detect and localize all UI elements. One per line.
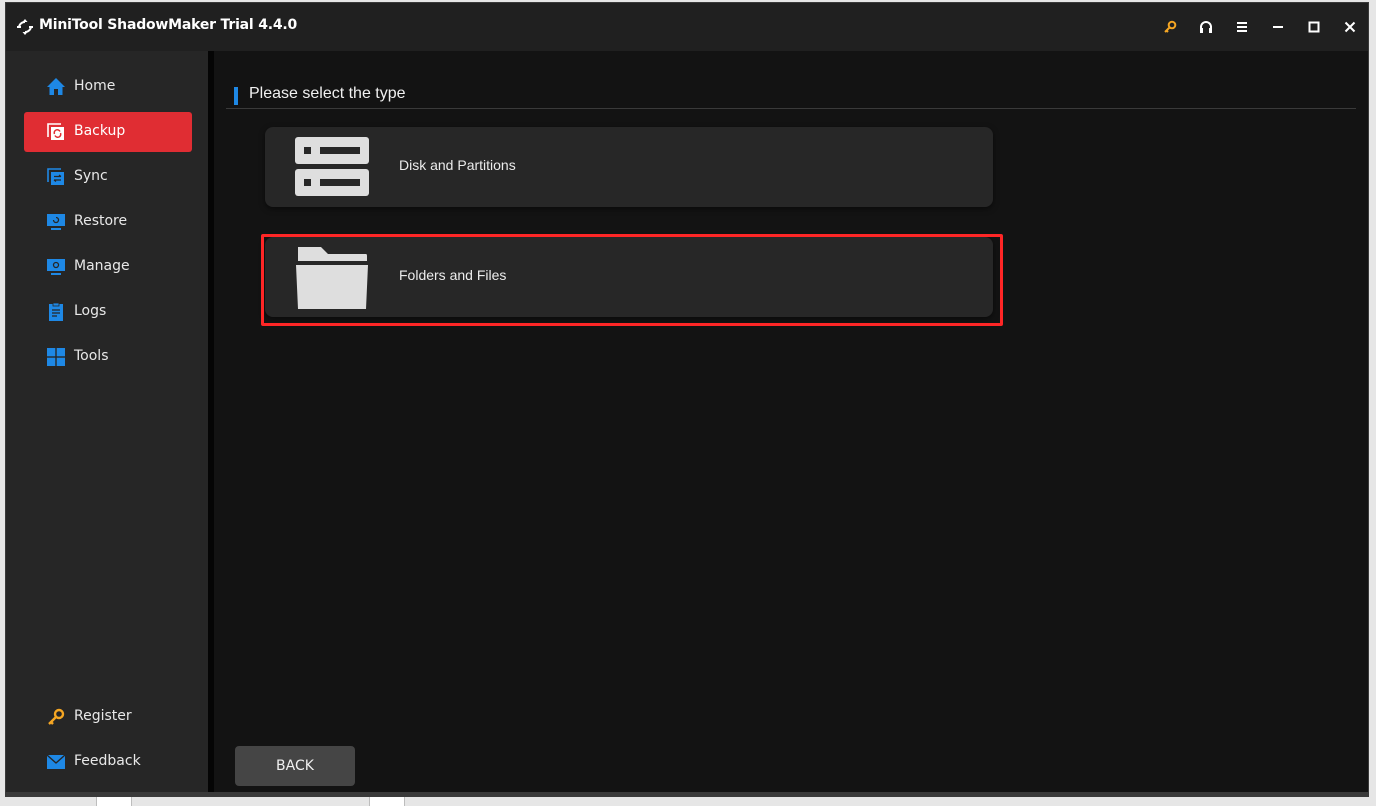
close-button[interactable] [1332,3,1368,51]
sidebar-item-register[interactable]: Register [24,697,192,737]
menu-button[interactable] [1224,3,1260,51]
sidebar-item-label: Register [74,708,132,724]
section-title: Please select the type [249,85,406,102]
manage-icon [47,259,65,275]
backup-icon [47,123,64,140]
sidebar: Home Backup Sync Restore Manage Logs Too… [6,51,208,796]
sidebar-item-manage[interactable]: Manage [24,247,192,287]
sidebar-item-logs[interactable]: Logs [24,292,192,332]
sidebar-item-restore[interactable]: Restore [24,202,192,242]
restore-icon [47,214,65,230]
sidebar-item-label: Sync [74,168,108,184]
sidebar-item-label: Logs [74,303,107,319]
sidebar-item-home[interactable]: Home [24,67,192,107]
menu-icon [1237,22,1247,32]
key-icon [1164,20,1177,33]
sync-icon [47,168,64,185]
section-divider [226,108,1356,109]
sidebar-item-sync[interactable]: Sync [24,157,192,197]
sidebar-item-label: Tools [74,348,109,364]
sidebar-item-label: Home [74,78,116,94]
app-logo-icon [17,19,33,35]
logs-icon [49,302,63,321]
disk-icon [295,137,369,196]
maximize-button[interactable] [1296,3,1332,51]
minimize-icon [1273,26,1283,28]
desktop-background [0,797,1376,806]
minimize-button[interactable] [1260,3,1296,51]
support-button[interactable] [1188,3,1224,51]
option-label: Disk and Partitions [399,157,516,173]
window-bottom-border [6,792,1368,796]
key-icon [48,708,65,725]
taskbar-segment [96,797,132,806]
mail-icon [46,754,66,769]
main-content: Please select the type Disk and Partitio… [214,51,1368,796]
tools-icon [47,348,65,366]
headset-icon [1200,21,1212,33]
sidebar-item-label: Restore [74,213,128,229]
sidebar-item-feedback[interactable]: Feedback [24,742,192,782]
sidebar-item-label: Manage [74,258,130,274]
sidebar-item-label: Feedback [74,753,141,769]
sidebar-item-tools[interactable]: Tools [24,337,192,377]
app-window: MiniTool ShadowMaker Trial 4.4.0 Home Ba… [5,2,1369,797]
window-title: MiniTool ShadowMaker Trial 4.4.0 [39,17,298,33]
taskbar-segment [369,797,405,806]
register-key-button[interactable] [1152,3,1188,51]
section-accent-bar [234,87,238,105]
selection-highlight-box [261,234,1003,326]
option-disk-and-partitions[interactable]: Disk and Partitions [265,127,993,207]
close-icon [1344,21,1356,33]
sidebar-item-label: Backup [74,123,126,139]
sidebar-item-backup[interactable]: Backup [24,112,192,152]
home-icon [47,78,65,95]
title-bar: MiniTool ShadowMaker Trial 4.4.0 [6,3,1368,51]
maximize-icon [1308,21,1320,33]
back-button[interactable]: BACK [235,746,355,786]
